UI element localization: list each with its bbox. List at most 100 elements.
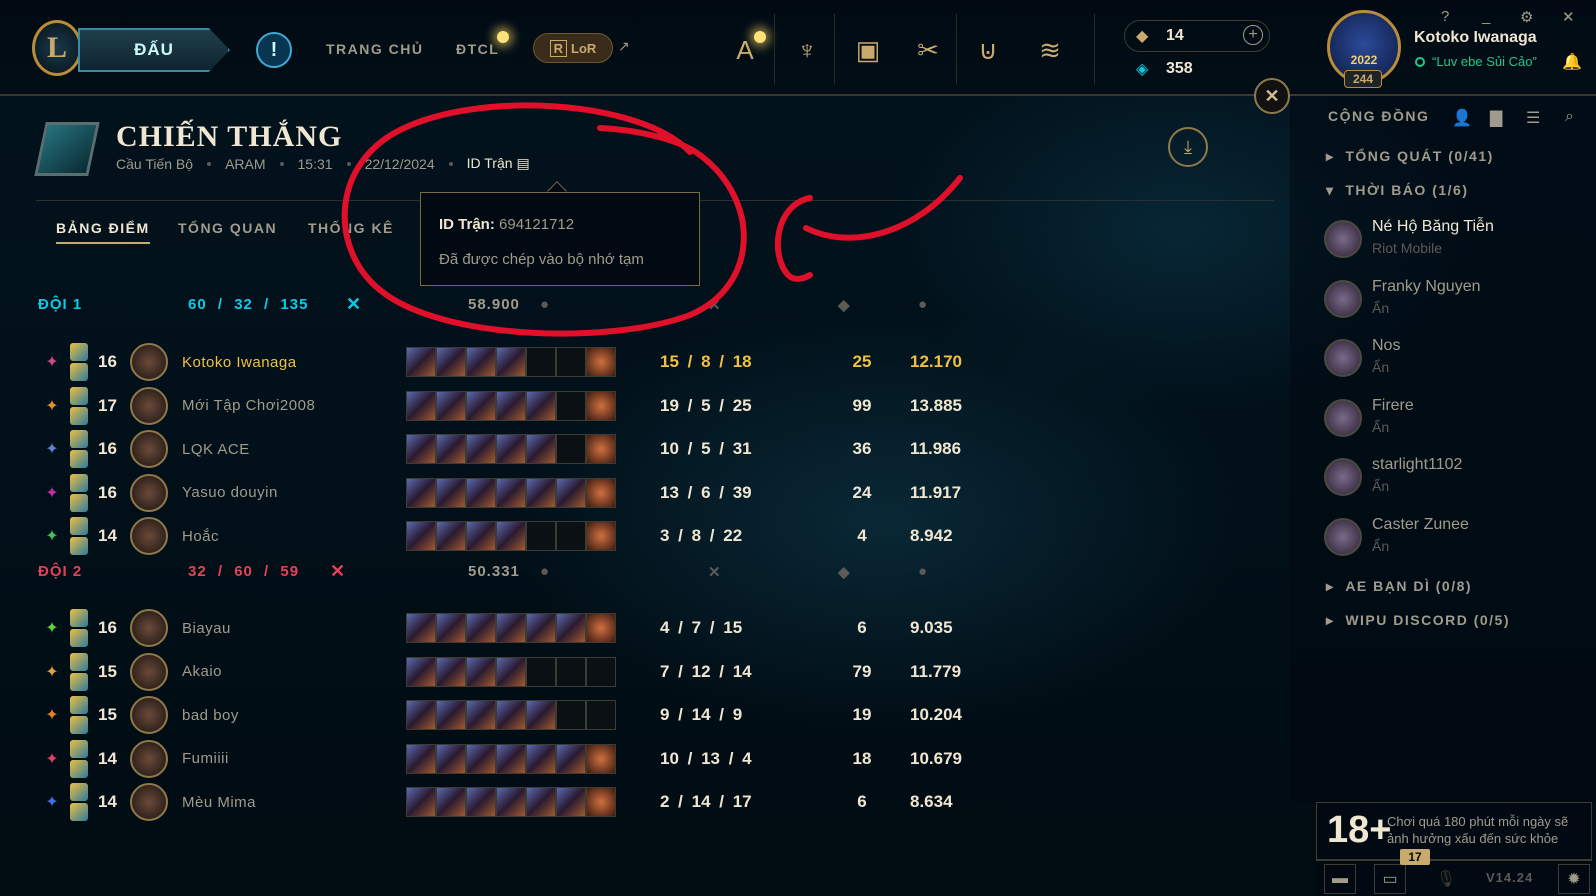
item-slot[interactable] [496, 434, 526, 464]
friend-item[interactable]: Firere Ẩn [1324, 395, 1584, 449]
item-slot[interactable] [436, 787, 466, 817]
trinket-slot[interactable] [586, 613, 616, 643]
collection-icon[interactable]: ✂ [908, 30, 948, 70]
item-slot[interactable] [526, 434, 556, 464]
item-slot[interactable] [466, 613, 496, 643]
match-id-button[interactable]: ID Trận ▤ [467, 155, 530, 172]
coins-icon[interactable]: ≋ [1030, 30, 1070, 70]
item-slot[interactable] [496, 787, 526, 817]
item-slot[interactable] [526, 390, 556, 421]
item-slot[interactable] [526, 613, 556, 643]
nav-tft[interactable]: ĐTCL [456, 41, 499, 57]
item-slot[interactable] [436, 477, 466, 508]
champion-portrait[interactable] [130, 514, 168, 558]
minimize-button[interactable]: _ [1482, 8, 1490, 25]
item-slot[interactable] [466, 700, 496, 730]
item-slot[interactable] [406, 521, 436, 551]
champion-portrait[interactable] [130, 650, 168, 694]
chat-icon[interactable]: ▬ [1324, 864, 1356, 894]
friend-item[interactable]: Nos Ẩn [1324, 335, 1584, 389]
group-thoibao[interactable]: ▾ THỜI BÁO (1/6) [1326, 182, 1468, 199]
friend-item[interactable]: starlight1102 Ẩn [1324, 454, 1584, 508]
champion-portrait[interactable] [130, 427, 168, 471]
item-slot[interactable] [496, 347, 526, 377]
player-name[interactable]: Mới Tập Chơi2008 [182, 384, 315, 428]
item-slot[interactable] [406, 477, 436, 508]
search-icon[interactable]: ⌕ [1565, 108, 1574, 126]
player-name[interactable]: Kotoko Iwanaga [182, 340, 297, 384]
player-name[interactable]: Mèu Mima [182, 780, 256, 824]
play-button[interactable]: ĐẤU [78, 28, 230, 72]
champion-portrait[interactable] [130, 737, 168, 781]
item-slot[interactable] [496, 477, 526, 508]
voice-icon[interactable]: 🎙 [1430, 864, 1462, 894]
loot-icon[interactable]: ⊍ [968, 30, 1008, 70]
item-slot[interactable] [556, 743, 586, 774]
league-logo-icon[interactable]: L [32, 20, 82, 76]
close-window-button[interactable]: ✕ [1562, 8, 1575, 26]
trinket-slot[interactable] [586, 434, 616, 464]
item-slot[interactable] [496, 613, 526, 643]
item-slot[interactable] [556, 347, 586, 377]
friend-item[interactable]: Né Hộ Băng Tiễn Riot Mobile [1324, 216, 1584, 270]
item-slot[interactable] [526, 700, 556, 730]
close-match-button[interactable]: ✕ [1254, 78, 1290, 114]
item-slot[interactable] [436, 521, 466, 551]
list-icon[interactable]: ☰ [1526, 108, 1540, 128]
item-slot[interactable] [406, 347, 436, 377]
item-slot[interactable] [556, 390, 586, 421]
item-slot[interactable] [406, 613, 436, 643]
item-slot[interactable] [526, 477, 556, 508]
profile-name[interactable]: Kotoko Iwanaga [1414, 29, 1537, 47]
tab-scoreboard[interactable]: BẢNG ĐIỂM [56, 220, 150, 244]
item-slot[interactable] [526, 743, 556, 774]
player-row[interactable]: ✦ 14 Hoắc 3 / 8 / 22 4 8.942 [38, 514, 968, 558]
item-slot[interactable] [436, 613, 466, 643]
player-row[interactable]: ✦ 14 Fumiiii 10 / 13 / 4 18 10.679 [38, 737, 968, 781]
player-name[interactable]: bad boy [182, 693, 239, 737]
item-slot[interactable] [406, 787, 436, 817]
item-slot[interactable] [406, 700, 436, 730]
item-slot[interactable] [466, 477, 496, 508]
player-row[interactable]: ✦ 16 LQK ACE 10 / 5 / 31 36 11.986 [38, 427, 968, 471]
player-name[interactable]: Hoắc [182, 514, 219, 558]
item-slot[interactable] [406, 434, 436, 464]
trinket-slot[interactable] [586, 743, 616, 774]
item-slot[interactable] [556, 787, 586, 817]
item-slot[interactable] [496, 656, 526, 687]
champion-portrait[interactable] [130, 384, 168, 428]
item-slot[interactable] [466, 390, 496, 421]
item-slot[interactable] [556, 521, 586, 551]
item-slot[interactable] [466, 743, 496, 774]
item-slot[interactable] [436, 700, 466, 730]
player-row[interactable]: ✦ 17 Mới Tập Chơi2008 19 / 5 / 25 99 13.885 [38, 384, 968, 428]
item-slot[interactable] [436, 347, 466, 377]
item-slot[interactable] [436, 743, 466, 774]
item-slot[interactable] [436, 434, 466, 464]
item-slot[interactable] [556, 700, 586, 730]
add-friend-icon[interactable]: 👤 [1452, 108, 1472, 128]
missions-icon[interactable]: ▭ [1374, 864, 1406, 894]
player-row[interactable]: ✦ 16 Yasuo douyin 13 / 6 / 39 24 11.917 [38, 471, 968, 515]
item-slot[interactable] [556, 434, 586, 464]
nav-home[interactable]: TRANG CHỦ [326, 41, 424, 57]
champion-portrait[interactable] [130, 693, 168, 737]
trinket-slot[interactable] [586, 390, 616, 421]
item-slot[interactable] [436, 390, 466, 421]
trinket-slot[interactable] [586, 787, 616, 817]
item-slot[interactable] [556, 613, 586, 643]
notification-bell-icon[interactable]: 🔔 [1562, 52, 1582, 72]
settings-button[interactable]: ⚙ [1520, 8, 1533, 26]
trophy-icon[interactable]: ♆ [787, 30, 827, 70]
trinket-slot[interactable] [586, 521, 616, 551]
group-wipu-discord[interactable]: ▸ WIPU DISCORD (0/5) [1326, 612, 1510, 629]
trinket-slot[interactable] [586, 347, 616, 377]
item-slot[interactable] [496, 743, 526, 774]
champion-portrait[interactable] [130, 606, 168, 650]
player-row[interactable]: ✦ 15 bad boy 9 / 14 / 9 19 10.204 [38, 693, 968, 737]
friend-item[interactable]: Franky Nguyen Ẩn [1324, 276, 1584, 330]
item-slot[interactable] [406, 390, 436, 421]
lor-button[interactable]: R LoR [533, 33, 613, 63]
item-slot[interactable] [496, 521, 526, 551]
item-slot[interactable] [466, 787, 496, 817]
